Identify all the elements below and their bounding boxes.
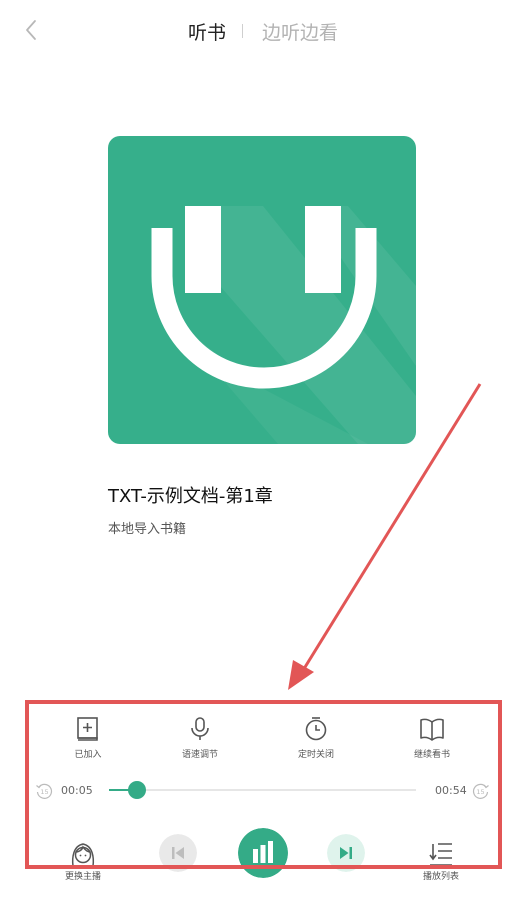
- progress-track[interactable]: [109, 789, 416, 791]
- current-time: 00:05: [61, 784, 93, 797]
- change-anchor-button[interactable]: 更换主播: [48, 840, 118, 886]
- anchor-avatar-icon: [71, 843, 95, 867]
- open-book-icon: [420, 718, 444, 741]
- playlist-button[interactable]: 播放列表: [406, 840, 476, 886]
- continue-reading-label: 继续看书: [413, 750, 450, 760]
- book-title: TXT-示例文档-第1章: [108, 486, 273, 507]
- rewind-15-icon[interactable]: 15: [35, 782, 53, 800]
- progress-thumb[interactable]: [127, 781, 146, 799]
- rewind-15-label: 15: [40, 788, 48, 796]
- forward-15-icon[interactable]: 15: [472, 782, 490, 800]
- sleep-timer-button[interactable]: 定时关闭: [276, 716, 356, 766]
- forward-15-label: 15: [476, 788, 484, 796]
- added-to-shelf-label: 已加入: [74, 750, 102, 760]
- tab-divider: [242, 24, 243, 38]
- microphone-icon: [191, 717, 209, 740]
- book-cover: [108, 136, 416, 444]
- header-tabs: 听书 边听边看: [0, 16, 526, 46]
- timer-icon: [305, 717, 327, 741]
- bookshelf-added-icon: [77, 717, 98, 741]
- continue-reading-button[interactable]: 继续看书: [392, 716, 472, 766]
- play-pause-button[interactable]: [238, 828, 288, 878]
- previous-button[interactable]: [159, 834, 197, 872]
- change-anchor-label: 更换主播: [64, 872, 101, 882]
- added-to-shelf-button[interactable]: 已加入: [48, 716, 128, 766]
- speed-adjust-label: 语速调节: [181, 750, 218, 760]
- tab-listen[interactable]: 听书: [188, 18, 226, 45]
- tab-listen-and-read[interactable]: 边听边看: [262, 18, 338, 45]
- sleep-timer-label: 定时关闭: [297, 750, 334, 760]
- next-button[interactable]: [327, 834, 365, 872]
- book-source: 本地导入书籍: [108, 522, 187, 537]
- total-time: 00:54: [435, 784, 467, 797]
- playlist-label: 播放列表: [422, 872, 459, 882]
- speed-adjust-button[interactable]: 语速调节: [160, 716, 240, 766]
- playlist-icon: [429, 843, 452, 866]
